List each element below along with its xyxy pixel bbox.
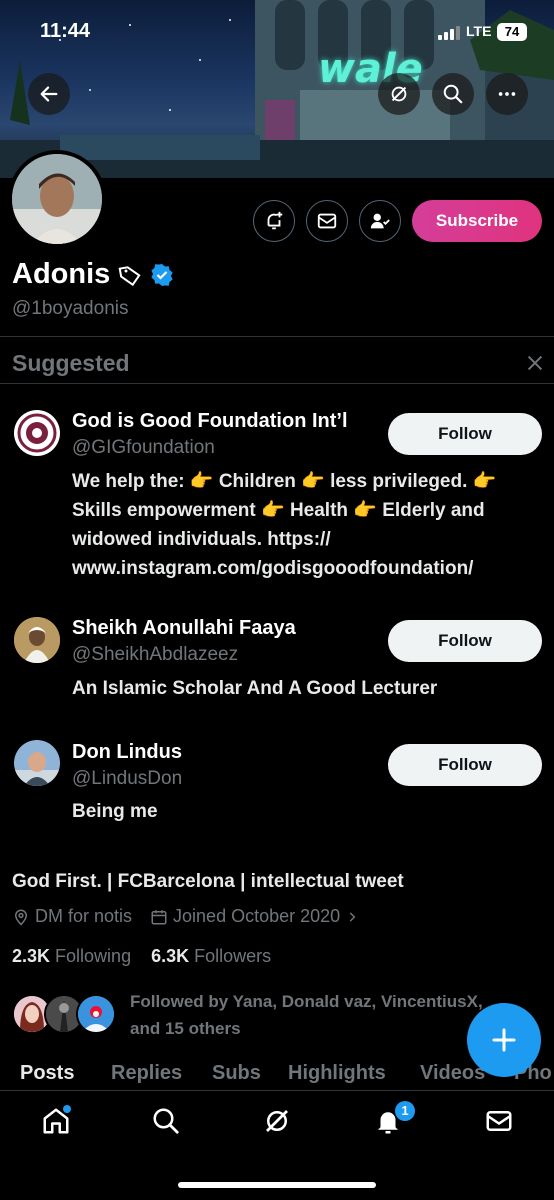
location-pin-icon: [14, 909, 28, 926]
divider: [0, 336, 554, 337]
follow-counts: 2.3K Following 6.3K Followers: [12, 946, 271, 967]
profile-tabs: Posts Replies Subs Highlights Videos Pho: [0, 1062, 554, 1092]
profile-handle: @1boyadonis: [12, 298, 129, 319]
nav-search[interactable]: [141, 1101, 191, 1141]
close-icon[interactable]: [524, 352, 546, 374]
nav-grok[interactable]: [252, 1101, 302, 1141]
more-icon: [498, 92, 516, 96]
status-time: 11:44: [40, 20, 91, 42]
joined-text: Joined October 2020: [173, 906, 341, 926]
grok-icon: [391, 86, 407, 102]
follower-avatar[interactable]: [76, 994, 116, 1034]
avatar-photo: [14, 617, 60, 663]
calendar-icon: [151, 909, 167, 924]
envelope-icon: [486, 1111, 512, 1131]
foundation-logo-icon: [16, 412, 58, 454]
suggestion-bio: Being me: [72, 801, 158, 822]
plus-icon: [492, 1028, 516, 1052]
following-count: 2.3K: [12, 946, 51, 966]
following-link[interactable]: 2.3K Following: [12, 946, 131, 966]
suggestion-name[interactable]: Don Lindus: [72, 741, 182, 764]
search-icon: [153, 1108, 179, 1134]
location-text: DM for notis: [35, 906, 133, 926]
follow-button[interactable]: Follow: [388, 744, 542, 786]
compose-button[interactable]: [467, 1003, 541, 1077]
suggestion-name[interactable]: Sheikh Aonullahi Faaya: [72, 617, 296, 640]
search-icon: [443, 84, 463, 104]
more-button[interactable]: [486, 73, 528, 115]
envelope-icon: [317, 213, 337, 229]
suggested-title: Suggested: [12, 350, 130, 376]
suggestion-name[interactable]: God is Good Foundation Int’l: [72, 410, 348, 433]
followers-label: Followers: [194, 946, 272, 966]
tab-replies[interactable]: Replies: [111, 1062, 182, 1085]
location-item: DM for notis: [12, 906, 132, 927]
profile-bio: God First. | FCBarcelona | intellectual …: [12, 871, 404, 892]
subscribe-button[interactable]: Subscribe: [412, 200, 542, 242]
nav-home[interactable]: [31, 1101, 81, 1141]
suggestion-handle: @LindusDon: [72, 768, 183, 789]
profile-avatar[interactable]: [8, 150, 106, 248]
back-arrow-icon: [40, 86, 58, 102]
bell-plus-icon: [267, 211, 283, 230]
followers-count: 6.3K: [151, 946, 190, 966]
suggestion-handle: @GIGfoundation: [72, 437, 215, 458]
signal-icon: [438, 26, 460, 40]
back-button[interactable]: [28, 73, 70, 115]
suggestion-bio: We help the: 👉 Children 👉 less privilege…: [72, 471, 497, 579]
profile-name: Adonis: [12, 258, 111, 290]
divider: [0, 383, 554, 384]
following-status-button[interactable]: [359, 200, 401, 242]
suggestion-bio: An Islamic Scholar And A Good Lecturer: [72, 678, 438, 699]
avatar-photo: [14, 740, 60, 786]
avatar-photo: [78, 996, 114, 1032]
chevron-right-icon: [349, 911, 356, 922]
search-button[interactable]: [432, 73, 474, 115]
suggestion-avatar[interactable]: [14, 410, 60, 456]
suggestion-avatar[interactable]: [14, 740, 60, 786]
tab-highlights[interactable]: Highlights: [288, 1062, 386, 1085]
followed-by-text[interactable]: Followed by Yana, Donald vaz, Vincentius…: [130, 988, 490, 1042]
verified-badge-icon[interactable]: [150, 263, 174, 287]
tag-icon: [118, 265, 141, 286]
home-indicator: [178, 1182, 376, 1188]
home-unread-dot: [63, 1105, 71, 1113]
nav-notifications[interactable]: 1: [363, 1101, 415, 1141]
avatar-photo: [12, 154, 102, 244]
tab-posts[interactable]: Posts: [20, 1062, 74, 1085]
follow-button[interactable]: Follow: [388, 413, 542, 455]
grok-button[interactable]: [378, 73, 420, 115]
suggestion-handle: @SheikhAbdlazeez: [72, 644, 239, 665]
following-label: Following: [55, 946, 132, 966]
follow-button[interactable]: Follow: [388, 620, 542, 662]
profile-name-row: Adonis: [12, 258, 174, 291]
followers-link[interactable]: 6.3K Followers: [151, 946, 271, 966]
suggestion-avatar[interactable]: [14, 617, 60, 663]
tab-subs[interactable]: Subs: [212, 1062, 261, 1085]
message-button[interactable]: [306, 200, 348, 242]
user-check-icon: [370, 213, 390, 229]
battery-indicator: 74: [497, 23, 527, 41]
tab-videos[interactable]: Videos: [420, 1062, 485, 1085]
nav-messages[interactable]: [474, 1101, 524, 1141]
joined-item[interactable]: Joined October 2020: [150, 906, 359, 927]
grok-icon: [266, 1110, 288, 1132]
status-bar: 11:44 LTE 74: [0, 0, 554, 60]
profile-meta: DM for notis Joined October 2020: [12, 906, 377, 927]
notify-button[interactable]: [253, 200, 295, 242]
network-label: LTE: [466, 23, 492, 39]
notifications-badge: 1: [395, 1101, 415, 1121]
